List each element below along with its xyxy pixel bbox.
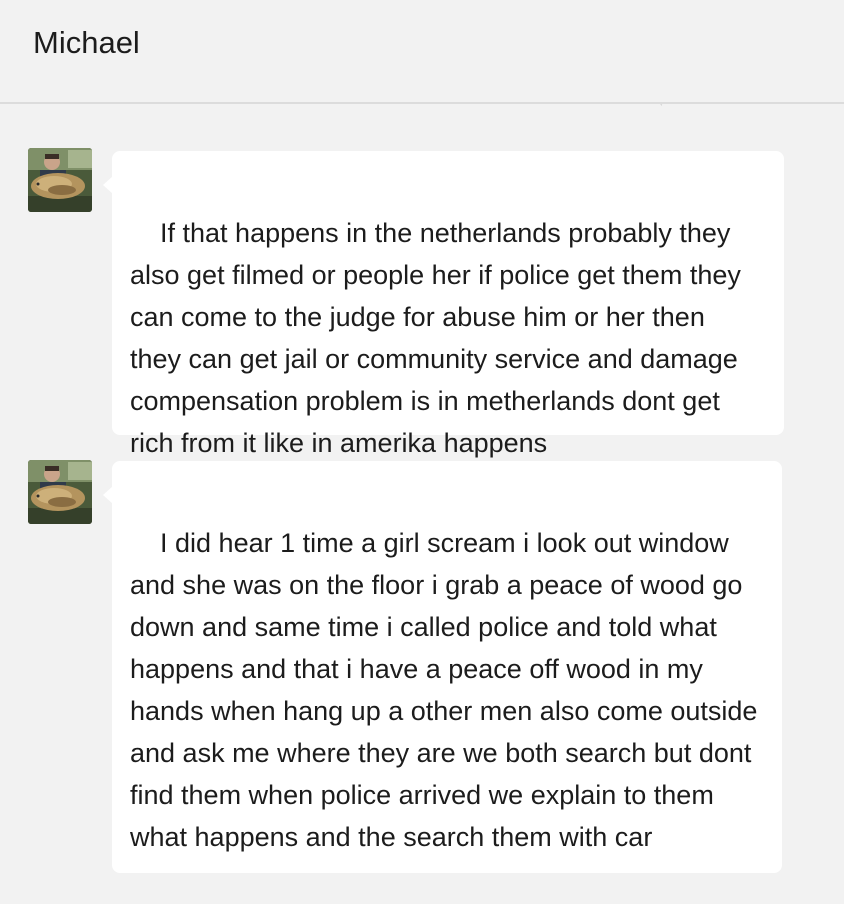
message-bubble[interactable]: If that happens in the netherlands proba… — [103, 151, 784, 458]
user-avatar-icon[interactable] — [28, 148, 92, 212]
scroll-indicator-icon: ˯ — [660, 97, 663, 106]
user-avatar-icon[interactable] — [28, 460, 92, 524]
message-text: I did hear 1 time a girl scream i look o… — [130, 528, 765, 852]
message-bubble[interactable]: I did hear 1 time a girl scream i look o… — [103, 461, 782, 873]
chat-header: Michael ˯ — [0, 0, 844, 106]
message-text: If that happens in the netherlands proba… — [130, 218, 749, 458]
contact-name: Michael — [33, 25, 140, 60]
